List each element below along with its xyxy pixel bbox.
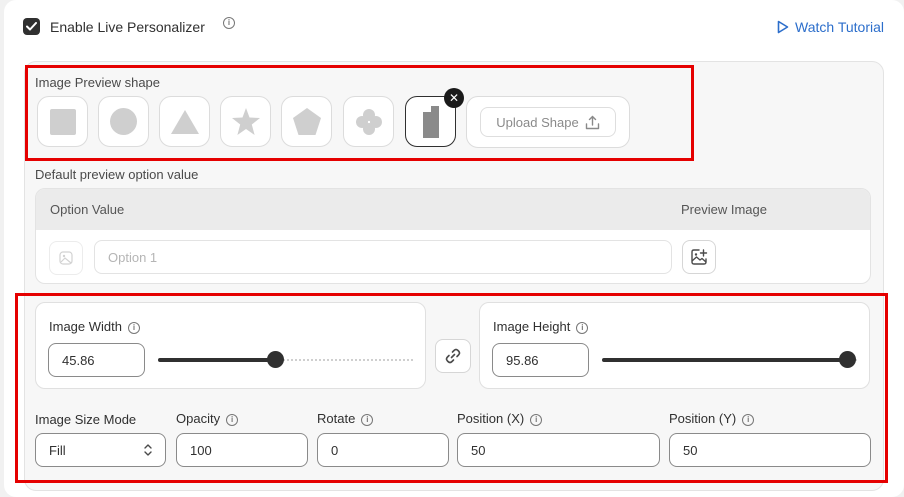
shape-square-button[interactable] (37, 96, 88, 147)
info-icon[interactable]: i (127, 321, 140, 334)
rotate-input[interactable]: 0 (317, 433, 449, 467)
position-x-label: Position (X) i (457, 411, 543, 426)
play-icon (777, 20, 789, 34)
upload-shape-label: Upload Shape (496, 114, 579, 130)
info-icon[interactable]: i (226, 413, 239, 426)
upload-icon (585, 115, 599, 129)
custom-shape-icon (422, 105, 439, 138)
close-icon: ✕ (448, 91, 460, 105)
add-image-icon (691, 249, 708, 265)
default-option-label: Default preview option value (35, 167, 199, 182)
image-width-card: Image Width i 45.86 (35, 302, 426, 389)
link-dimensions-button[interactable] (435, 339, 471, 373)
info-icon[interactable]: i (361, 413, 374, 426)
enable-checkbox[interactable] (23, 18, 40, 35)
slider-handle[interactable] (267, 351, 284, 368)
col-option-value: Option Value (50, 202, 125, 217)
pentagon-icon (292, 108, 321, 135)
image-height-input[interactable]: 95.86 (492, 343, 589, 377)
star-icon (231, 108, 260, 135)
remove-shape-button[interactable]: ✕ (444, 88, 464, 108)
shape-triangle-button[interactable] (159, 96, 210, 147)
slider-handle[interactable] (839, 351, 856, 368)
square-icon (49, 108, 76, 135)
position-y-input[interactable]: 50 (669, 433, 871, 467)
enable-label: Enable Live Personalizer (50, 19, 205, 35)
upload-shape-container: Upload Shape (466, 96, 630, 148)
rotate-label: Rotate i (317, 411, 374, 426)
info-icon[interactable]: i (576, 321, 589, 334)
shape-circle-button[interactable] (98, 96, 149, 147)
shape-section-label: Image Preview shape (35, 75, 161, 90)
info-icon[interactable]: i (223, 17, 235, 29)
image-height-card: Image Height i 95.86 (479, 302, 870, 389)
info-icon[interactable]: i (530, 413, 543, 426)
image-width-slider[interactable] (158, 351, 414, 368)
triangle-icon (170, 109, 199, 134)
watch-tutorial-link[interactable]: Watch Tutorial (777, 18, 884, 36)
image-width-input[interactable]: 45.86 (48, 343, 145, 377)
watch-tutorial-label: Watch Tutorial (795, 19, 884, 35)
shape-star-button[interactable] (220, 96, 271, 147)
option-value-input[interactable]: Option 1 (94, 240, 672, 274)
image-width-label: Image Width i (49, 319, 140, 334)
upload-shape-button[interactable]: Upload Shape (480, 107, 616, 137)
slider-track (283, 359, 414, 361)
flower-icon (355, 108, 382, 135)
size-mode-select[interactable]: Fill (35, 433, 166, 467)
image-height-label: Image Height i (493, 319, 589, 334)
shape-flower-button[interactable] (343, 96, 394, 147)
col-preview-image: Preview Image (681, 202, 767, 217)
image-height-slider[interactable] (602, 351, 858, 368)
option-thumbnail (49, 241, 83, 275)
add-preview-image-button[interactable] (682, 240, 716, 274)
slider-fill (158, 358, 275, 362)
position-y-label: Position (Y) i (669, 411, 755, 426)
option-table: Option Value Preview Image Option 1 (35, 188, 871, 284)
slider-fill (602, 358, 847, 362)
option-table-header: Option Value Preview Image (36, 189, 870, 230)
position-x-input[interactable]: 50 (457, 433, 660, 467)
opacity-input[interactable]: 100 (176, 433, 308, 467)
opacity-label: Opacity i (176, 411, 239, 426)
shape-pentagon-button[interactable] (281, 96, 332, 147)
select-caret-icon (144, 444, 152, 456)
size-mode-label: Image Size Mode (35, 412, 137, 427)
link-icon (445, 348, 461, 364)
info-icon[interactable]: i (742, 413, 755, 426)
circle-icon (110, 108, 137, 135)
size-mode-value: Fill (49, 443, 66, 458)
check-icon (26, 22, 37, 31)
image-placeholder-icon (59, 251, 73, 265)
